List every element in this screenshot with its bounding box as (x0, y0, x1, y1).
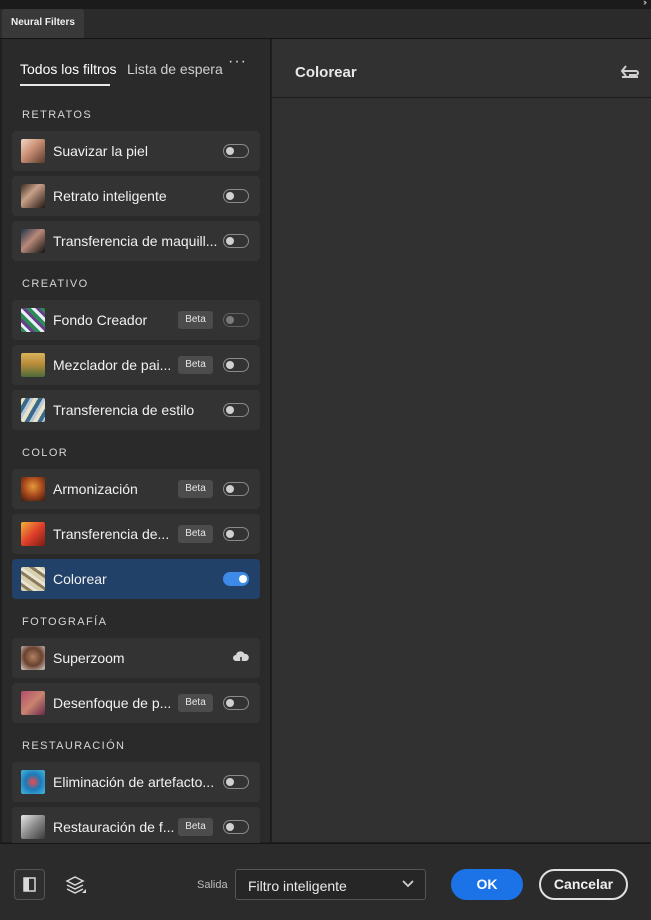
tab-waitlist[interactable]: Lista de espera (127, 61, 223, 77)
section-title: RETRATOS (22, 109, 93, 121)
filter-toggle[interactable] (223, 572, 249, 586)
filter-toggle[interactable] (223, 775, 249, 789)
filter-item-label: Fondo Creador (53, 312, 148, 328)
filter-item[interactable]: Eliminación de artefacto... (12, 762, 260, 802)
filter-item-label: Armonización (53, 481, 138, 497)
cloud-download-icon[interactable] (232, 650, 250, 666)
section-title: COLOR (22, 447, 69, 459)
toggle-knob (226, 778, 234, 786)
filter-toggle[interactable] (223, 527, 249, 541)
chevron-down-icon (402, 880, 414, 888)
filter-item[interactable]: Transferencia de maquill... (12, 221, 260, 261)
show-original-button[interactable] (14, 869, 45, 900)
toggle-knob (226, 192, 234, 200)
toggle-knob (226, 406, 234, 414)
cancel-button[interactable]: Cancelar (539, 869, 628, 900)
filter-toggle[interactable] (223, 234, 249, 248)
filter-item-label: Mezclador de pai... (53, 357, 172, 373)
filter-item-label: Restauración de f... (53, 819, 175, 835)
filter-toggle[interactable] (223, 403, 249, 417)
filter-thumbnail (21, 691, 45, 715)
filter-item-label: Retrato inteligente (53, 188, 167, 204)
toggle-knob (226, 147, 234, 155)
filter-toggle[interactable] (223, 820, 249, 834)
filter-toggle[interactable] (223, 144, 249, 158)
filter-thumbnail (21, 229, 45, 253)
filter-thumbnail (21, 522, 45, 546)
filter-item-label: Superzoom (53, 650, 125, 666)
toggle-knob (226, 361, 234, 369)
toggle-knob (239, 575, 247, 583)
output-label: Salida (197, 879, 228, 891)
filter-toggle[interactable] (223, 313, 249, 327)
split-view-icon (23, 877, 36, 892)
double-chevron-right-icon[interactable]: ›› (643, 0, 647, 7)
filter-thumbnail (21, 398, 45, 422)
filter-item[interactable]: Colorear (12, 559, 260, 599)
section-title: RESTAURACIÓN (22, 740, 126, 752)
filter-item[interactable]: Desenfoque de p... Beta (12, 683, 260, 723)
reset-icon[interactable] (620, 63, 640, 79)
toggle-knob (226, 237, 234, 245)
filter-thumbnail (21, 567, 45, 591)
tab-all-filters[interactable]: Todos los filtros (20, 61, 116, 77)
toggle-knob (226, 699, 234, 707)
filter-item-label: Desenfoque de p... (53, 695, 172, 711)
filter-item[interactable]: Transferencia de estilo (12, 390, 260, 430)
filter-toggle[interactable] (223, 696, 249, 710)
beta-badge: Beta (178, 818, 213, 836)
page-title: Colorear (295, 64, 357, 81)
filter-toggle[interactable] (223, 358, 249, 372)
more-options-icon[interactable]: ··· (228, 53, 247, 71)
beta-badge: Beta (178, 525, 213, 543)
beta-badge: Beta (178, 356, 213, 374)
filter-toggle[interactable] (223, 189, 249, 203)
filter-tabs: Todos los filtros Lista de espera ··· (2, 39, 270, 101)
filter-toggle[interactable] (223, 482, 249, 496)
beta-badge: Beta (178, 694, 213, 712)
settings-header: Colorear (272, 39, 651, 98)
beta-badge: Beta (178, 311, 213, 329)
filter-item[interactable]: Superzoom (12, 638, 260, 678)
layers-icon[interactable] (64, 874, 86, 896)
filter-item-label: Transferencia de... (53, 526, 170, 542)
beta-badge: Beta (178, 480, 213, 498)
filter-list-panel: Todos los filtros Lista de espera ··· RE… (2, 39, 271, 847)
filter-item[interactable]: Mezclador de pai... Beta (12, 345, 260, 385)
filter-item-label: Transferencia de maquill... (53, 233, 218, 249)
ok-button[interactable]: OK (451, 869, 523, 900)
filter-thumbnail (21, 308, 45, 332)
filter-thumbnail (21, 353, 45, 377)
filter-thumbnail (21, 477, 45, 501)
panel-titlebar: ›› Neural Filters (0, 0, 651, 39)
section-title: CREATIVO (22, 278, 89, 290)
filter-item[interactable]: Transferencia de... Beta (12, 514, 260, 554)
filter-item[interactable]: Suavizar la piel (12, 131, 260, 171)
toggle-knob (226, 485, 234, 493)
filter-thumbnail (21, 184, 45, 208)
top-strip: ›› (0, 0, 651, 9)
toggle-knob (226, 530, 234, 538)
filter-thumbnail (21, 815, 45, 839)
dialog-footer: Salida Filtro inteligente OK Cancelar (0, 843, 651, 920)
filter-item[interactable]: Fondo Creador Beta (12, 300, 260, 340)
filter-item-label: Transferencia de estilo (53, 402, 195, 418)
toggle-knob (226, 823, 234, 831)
section-title: FOTOGRAFÍA (22, 616, 108, 628)
output-select-value: Filtro inteligente (248, 878, 347, 894)
filter-item-label: Eliminación de artefacto... (53, 774, 215, 790)
filter-item-label: Suavizar la piel (53, 143, 148, 159)
panel-tab-neural-filters[interactable]: Neural Filters (2, 9, 84, 38)
filter-item[interactable]: Retrato inteligente (12, 176, 260, 216)
filter-item-label: Colorear (53, 571, 107, 587)
output-select[interactable]: Filtro inteligente (235, 869, 426, 900)
filter-item[interactable]: Restauración de f... Beta (12, 807, 260, 847)
filter-item[interactable]: Armonización Beta (12, 469, 260, 509)
filter-thumbnail (21, 770, 45, 794)
filter-thumbnail (21, 646, 45, 670)
toggle-knob (226, 316, 234, 324)
filter-thumbnail (21, 139, 45, 163)
active-tab-indicator (20, 84, 110, 86)
filter-settings-panel: Colorear (272, 39, 651, 842)
